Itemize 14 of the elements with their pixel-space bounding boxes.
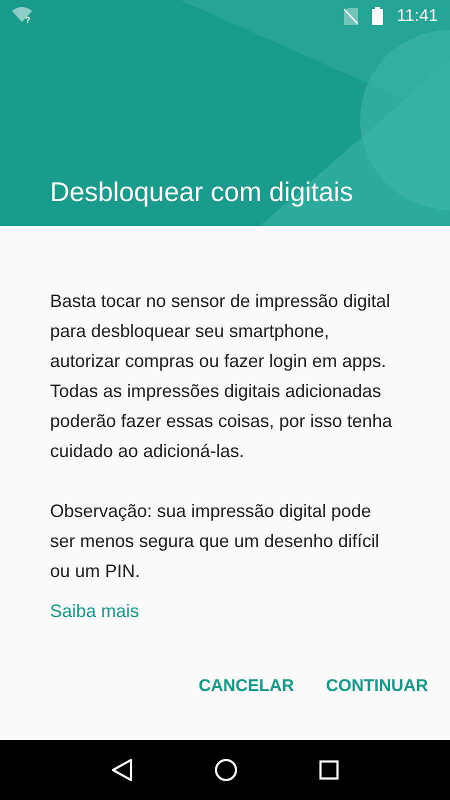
continue-button[interactable]: CONTINUAR: [318, 665, 436, 706]
page-title: Desbloquear com digitais: [50, 176, 354, 210]
back-icon[interactable]: [110, 758, 133, 782]
wifi-icon: [12, 7, 32, 23]
clock: 11:41: [396, 5, 438, 28]
wifi-status-label: ?: [25, 16, 30, 25]
home-icon[interactable]: [214, 758, 238, 782]
body-paragraph: Basta tocar no sensor de impressão digital para desbloquear seu smartphone, autorizar compras ou fazer login em apps. Todas as impressões digitais adicionadas poderão fazer essas coisas, por isso tenha cuidado ao adicioná-las.: [50, 290, 394, 463]
cancel-button[interactable]: CANCELAR: [190, 665, 302, 706]
recents-icon[interactable]: [319, 760, 340, 780]
battery-icon: [372, 7, 383, 25]
learn-more-link[interactable]: Saiba mais: [50, 598, 140, 625]
body-paragraph: Observação: sua impressão digital pode ser menos segura que um desenho difícil ou um PIN.: [50, 500, 380, 583]
no-sim-icon: [344, 8, 358, 24]
